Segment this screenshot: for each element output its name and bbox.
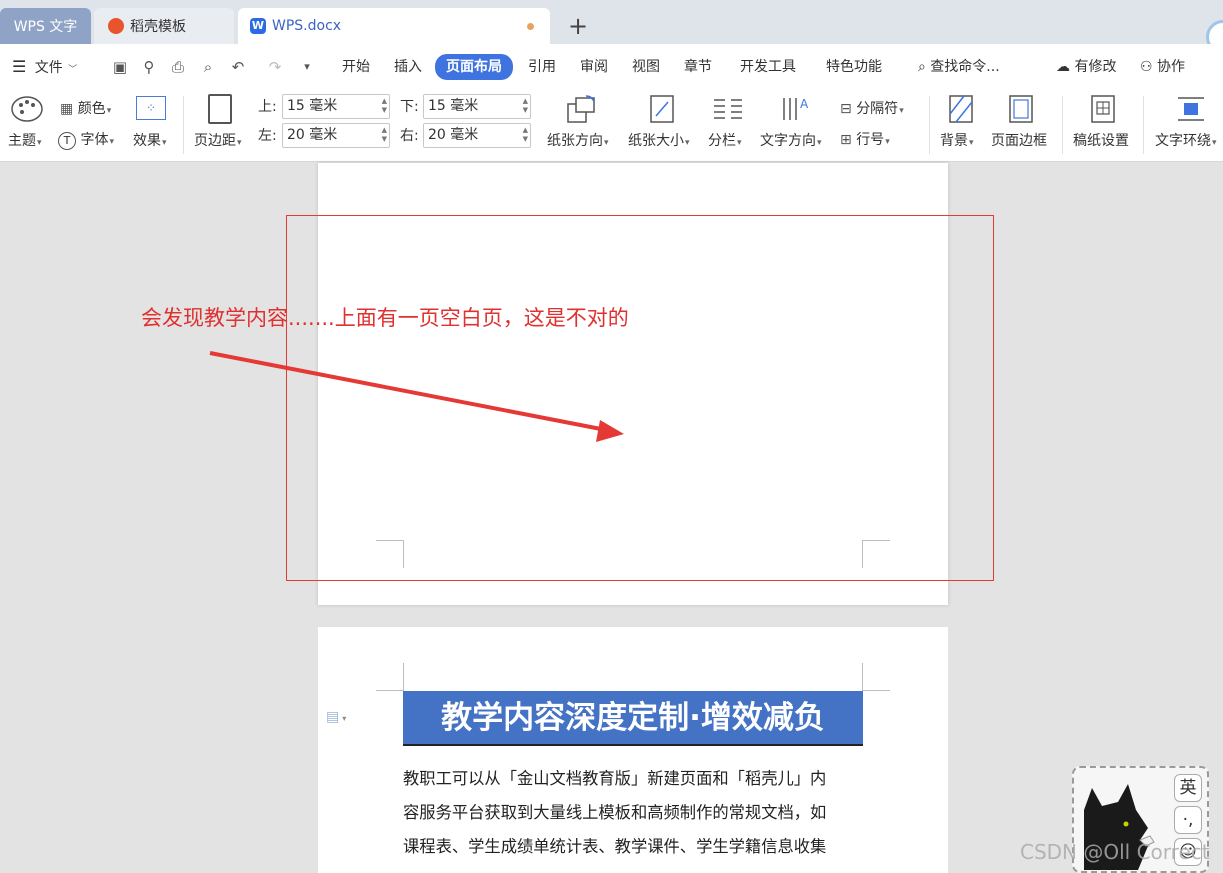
ime-punctuation-toggle[interactable]: ·, <box>1174 806 1202 834</box>
annotation-arrow <box>209 351 624 442</box>
ime-language-toggle[interactable]: 英 <box>1174 774 1202 802</box>
csdn-watermark: CSDN @Oll Correct <box>1020 840 1210 864</box>
